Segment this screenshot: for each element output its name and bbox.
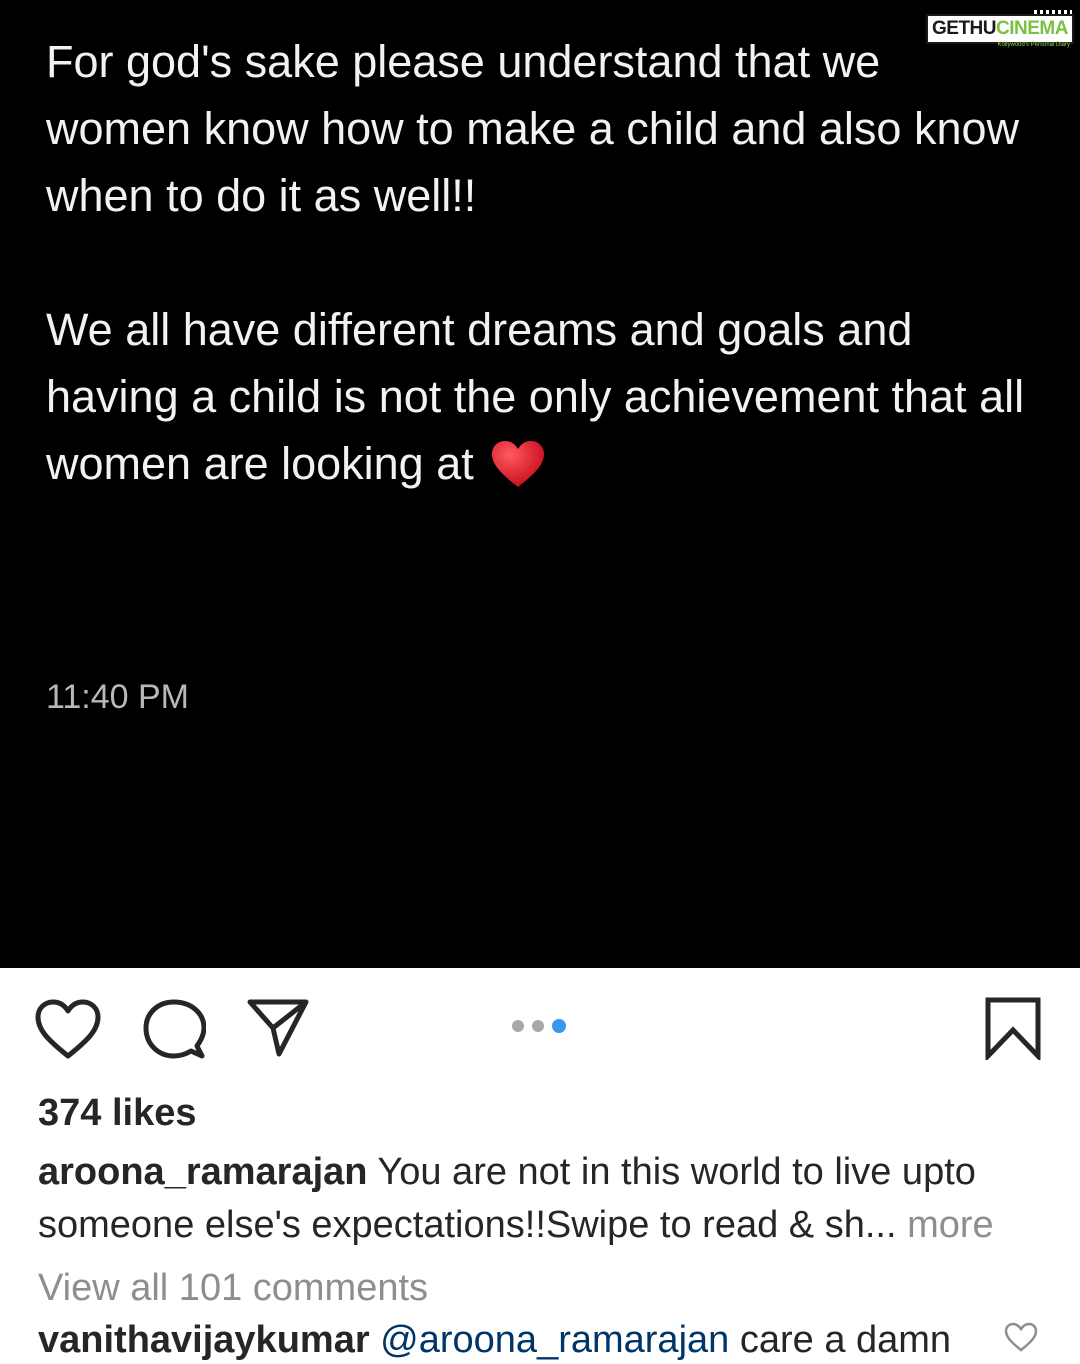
bookmark-icon[interactable] — [984, 996, 1042, 1060]
caption-more-link[interactable]: more — [897, 1204, 994, 1246]
post-paragraph-2: We all have different dreams and goals a… — [46, 296, 1036, 497]
carousel-dot-active — [552, 1019, 566, 1033]
paper-plane-icon[interactable] — [246, 996, 310, 1060]
watermark-tagline: Kollywood's Personal Diary — [997, 42, 1070, 48]
carousel-indicator — [512, 1019, 566, 1033]
post-caption: aroona_ramarajan You are not in this wor… — [38, 1146, 1048, 1252]
red-heart-emoji-icon — [490, 439, 546, 489]
watermark-wordmark: GETHUCINEMA — [926, 14, 1074, 44]
comment-row: vanithavijaykumar @aroona_ramarajan care… — [38, 1316, 998, 1364]
comment-bubble-icon[interactable] — [142, 998, 206, 1062]
heart-outline-icon[interactable] — [34, 998, 102, 1060]
post-image[interactable]: For god's sake please understand that we… — [0, 0, 1080, 968]
comment-username[interactable]: vanithavijaykumar — [38, 1319, 370, 1361]
comment-heart-icon[interactable] — [1004, 1322, 1038, 1357]
watermark-part-2: CINEMA — [996, 18, 1068, 39]
comment-text: care a damn — [739, 1319, 952, 1361]
comment-mention[interactable]: @aroona_ramarajan — [380, 1319, 729, 1361]
view-all-comments-link[interactable]: View all 101 comments — [38, 1264, 428, 1312]
post-paragraph-1: For god's sake please understand that we… — [46, 36, 1020, 221]
message-timestamp: 11:40 PM — [46, 678, 190, 716]
carousel-dot — [532, 1020, 544, 1032]
watermark-logo: GETHUCINEMA Kollywood's Personal Diary — [926, 8, 1074, 48]
likes-count[interactable]: 374 likes — [38, 1090, 196, 1136]
post-action-bar — [0, 968, 1080, 1088]
carousel-dot — [512, 1020, 524, 1032]
post-text: For god's sake please understand that we… — [46, 28, 1036, 497]
caption-username[interactable]: aroona_ramarajan — [38, 1151, 368, 1193]
watermark-part-1: GETHU — [932, 18, 997, 39]
